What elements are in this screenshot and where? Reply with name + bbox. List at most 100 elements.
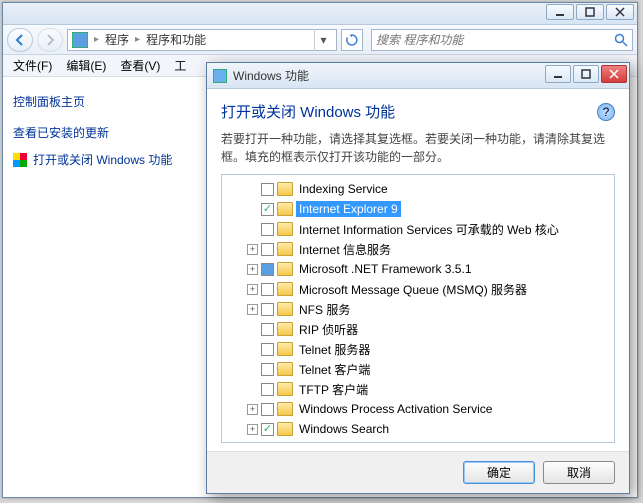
feature-checkbox[interactable] <box>261 383 274 396</box>
search-icon <box>614 33 628 47</box>
dialog-minimize-button[interactable] <box>545 65 571 83</box>
folder-icon <box>277 262 293 276</box>
feature-checkbox[interactable] <box>261 403 274 416</box>
folder-icon <box>277 422 293 436</box>
side-link-windows-features-label: 打开或关闭 Windows 功能 <box>33 151 172 168</box>
feature-row[interactable]: + Internet 信息服务 <box>226 239 610 259</box>
feature-checkbox[interactable] <box>261 183 274 196</box>
dialog-body: 打开或关闭 Windows 功能 ? 若要打开一种功能，请选择其复选框。若要关闭… <box>207 89 629 451</box>
refresh-button[interactable] <box>341 29 363 51</box>
feature-row[interactable]: Telnet 服务器 <box>226 339 610 359</box>
location-icon <box>72 32 88 48</box>
expand-icon[interactable]: + <box>247 244 258 255</box>
folder-icon <box>277 282 293 296</box>
forward-button[interactable] <box>37 28 63 52</box>
dialog-icon <box>213 69 227 83</box>
expand-icon[interactable]: + <box>247 404 258 415</box>
minimize-button[interactable] <box>546 4 574 20</box>
feature-row[interactable]: TFTP 客户端 <box>226 379 610 399</box>
main-titlebar <box>3 3 637 25</box>
feature-checkbox[interactable] <box>261 243 274 256</box>
feature-label[interactable]: RIP 侦听器 <box>296 320 361 339</box>
menu-tools[interactable]: 工 <box>168 55 192 76</box>
dialog-title: Windows 功能 <box>233 67 309 84</box>
dialog-footer: 确定 取消 <box>207 451 629 493</box>
folder-icon <box>277 202 293 216</box>
feature-label[interactable]: Windows Search <box>296 421 392 437</box>
breadcrumb[interactable]: ▸ 程序 ▸ 程序和功能 ▾ <box>67 29 337 51</box>
feature-checkbox[interactable] <box>261 423 274 436</box>
menu-view[interactable]: 查看(V) <box>114 55 166 76</box>
menu-file[interactable]: 文件(F) <box>7 55 58 76</box>
feature-row[interactable]: Telnet 客户端 <box>226 359 610 379</box>
feature-checkbox[interactable] <box>261 223 274 236</box>
back-button[interactable] <box>7 28 33 52</box>
help-button[interactable]: ? <box>597 103 615 121</box>
folder-icon <box>277 242 293 256</box>
feature-label[interactable]: Telnet 服务器 <box>296 340 373 359</box>
folder-icon <box>277 382 293 396</box>
no-expander <box>247 364 258 375</box>
no-expander <box>247 184 258 195</box>
feature-row[interactable]: Internet Information Services 可承载的 Web 核… <box>226 219 610 239</box>
expand-icon[interactable]: + <box>247 284 258 295</box>
feature-label[interactable]: Windows Process Activation Service <box>296 401 495 417</box>
folder-icon <box>277 182 293 196</box>
nav-toolbar: ▸ 程序 ▸ 程序和功能 ▾ <box>3 25 637 55</box>
feature-checkbox[interactable] <box>261 203 274 216</box>
feature-row[interactable]: Internet Explorer 9 <box>226 199 610 219</box>
feature-checkbox[interactable] <box>261 323 274 336</box>
feature-row[interactable]: RIP 侦听器 <box>226 319 610 339</box>
folder-icon <box>277 342 293 356</box>
feature-row[interactable]: + Windows Search <box>226 419 610 439</box>
breadcrumb-seg-1[interactable]: 程序 <box>105 31 129 48</box>
breadcrumb-dropdown[interactable]: ▾ <box>314 29 332 51</box>
dialog-titlebar[interactable]: Windows 功能 <box>207 63 629 89</box>
feature-checkbox[interactable] <box>261 363 274 376</box>
feature-label[interactable]: Indexing Service <box>296 181 391 197</box>
feature-row[interactable]: Indexing Service <box>226 179 610 199</box>
folder-icon <box>277 362 293 376</box>
maximize-button[interactable] <box>576 4 604 20</box>
dialog-maximize-button[interactable] <box>573 65 599 83</box>
feature-label[interactable]: Microsoft .NET Framework 3.5.1 <box>296 261 475 277</box>
folder-icon <box>277 302 293 316</box>
chevron-right-icon: ▸ <box>135 34 140 45</box>
feature-row[interactable]: + Microsoft Message Queue (MSMQ) 服务器 <box>226 279 610 299</box>
dialog-heading: 打开或关闭 Windows 功能 <box>221 101 395 122</box>
folder-icon <box>277 222 293 236</box>
feature-label[interactable]: Internet Explorer 9 <box>296 201 401 217</box>
feature-label[interactable]: NFS 服务 <box>296 300 353 319</box>
feature-label[interactable]: TFTP 客户端 <box>296 380 371 399</box>
feature-label[interactable]: Internet 信息服务 <box>296 240 394 259</box>
expand-icon[interactable]: + <box>247 424 258 435</box>
features-tree[interactable]: Indexing Service Internet Explorer 9 Inter… <box>221 174 615 443</box>
folder-icon <box>277 402 293 416</box>
close-button[interactable] <box>606 4 634 20</box>
feature-label[interactable]: Internet Information Services 可承载的 Web 核… <box>296 220 562 239</box>
dialog-close-button[interactable] <box>601 65 627 83</box>
ok-button[interactable]: 确定 <box>463 461 535 484</box>
feature-checkbox[interactable] <box>261 263 274 276</box>
side-panel: 控制面板主页 查看已安装的更新 打开或关闭 Windows 功能 <box>3 77 201 497</box>
cancel-button[interactable]: 取消 <box>543 461 615 484</box>
feature-checkbox[interactable] <box>261 303 274 316</box>
feature-row[interactable]: + Microsoft .NET Framework 3.5.1 <box>226 259 610 279</box>
side-link-control-panel-home[interactable]: 控制面板主页 <box>13 93 191 110</box>
no-expander <box>247 384 258 395</box>
feature-checkbox[interactable] <box>261 343 274 356</box>
feature-row[interactable]: + NFS 服务 <box>226 299 610 319</box>
search-input[interactable] <box>376 33 614 47</box>
feature-checkbox[interactable] <box>261 283 274 296</box>
expand-icon[interactable]: + <box>247 264 258 275</box>
expand-icon[interactable]: + <box>247 304 258 315</box>
feature-row[interactable]: + Windows Process Activation Service <box>226 399 610 419</box>
side-link-installed-updates[interactable]: 查看已安装的更新 <box>13 124 191 141</box>
search-box[interactable] <box>371 29 633 51</box>
menu-edit[interactable]: 编辑(E) <box>60 55 112 76</box>
feature-label[interactable]: Microsoft Message Queue (MSMQ) 服务器 <box>296 280 530 299</box>
feature-label[interactable]: Telnet 客户端 <box>296 360 373 379</box>
folder-icon <box>277 322 293 336</box>
breadcrumb-seg-2[interactable]: 程序和功能 <box>146 31 206 48</box>
side-link-windows-features[interactable]: 打开或关闭 Windows 功能 <box>13 151 191 168</box>
